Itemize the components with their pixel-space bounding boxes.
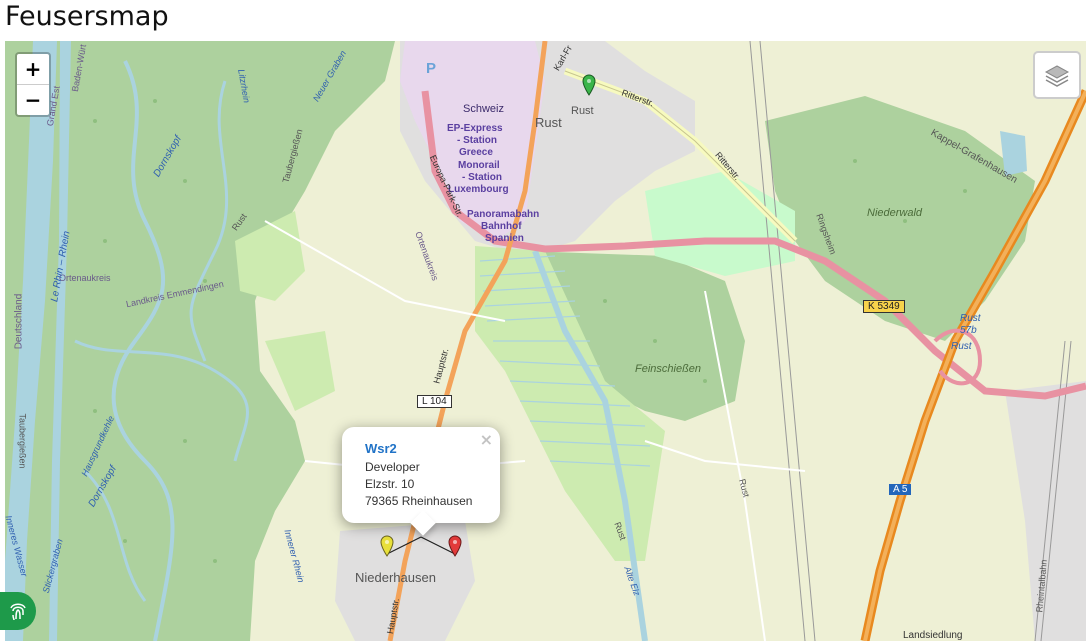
user-popup: × Wsr2 Developer Elzstr. 10 79365 Rheinh… (342, 427, 500, 536)
label-ep-express: EP-Express (447, 123, 503, 134)
label-spanien: Spanien (485, 233, 524, 244)
label-l104: L 104 (417, 395, 452, 408)
label-rust57c: Rust (951, 341, 972, 352)
label-monorail: Monorail (458, 160, 500, 171)
label-k5349: K 5349 (863, 300, 905, 313)
label-a5: A 5 (889, 484, 912, 495)
popup-user-link[interactable]: Wsr2 (365, 441, 397, 456)
popup-street: Elzstr. 10 (365, 477, 415, 491)
layers-button[interactable] (1033, 51, 1081, 99)
label-rust-small: Rust (571, 105, 594, 117)
popup-role: Developer (365, 460, 420, 474)
label-bahnhof: Bahnhof (481, 221, 522, 232)
zoom-in-button[interactable]: + (17, 54, 49, 85)
marker-yellow[interactable] (380, 535, 394, 557)
label-station1: - Station (457, 135, 497, 146)
label-niederhausen: Niederhausen (355, 570, 436, 585)
label-rust-town: Rust (535, 115, 562, 130)
map-container[interactable]: Rust Rust P Schweiz EP-Express - Station… (5, 41, 1086, 641)
label-station2: - Station (462, 172, 502, 183)
marker-green[interactable] (582, 74, 596, 96)
zoom-out-button[interactable]: − (17, 85, 49, 115)
label-schweiz: Schweiz (463, 103, 504, 115)
label-feinschiessen: Feinschießen (635, 363, 702, 375)
popup-close-button[interactable]: × (480, 430, 493, 449)
label-niederwald: Niederwald (867, 207, 923, 219)
label-luxembourg: Luxembourg (448, 184, 509, 195)
label-ortenaukreis: Ortenaukreis (59, 273, 111, 283)
label-rust57b: 57b (960, 325, 977, 336)
popup-city: 79365 Rheinhausen (365, 494, 473, 508)
fingerprint-icon (10, 603, 26, 621)
page-title: Feusersmap (5, 1, 169, 32)
label-rust57a: Rust (960, 313, 981, 324)
label-deutschland: Deutschland (13, 293, 25, 350)
label-landsiedlung: Landsiedlung (903, 630, 963, 641)
layers-icon (1044, 65, 1070, 87)
map-tiles[interactable] (5, 41, 1086, 641)
label-taubergiessen2: Taubergießen (17, 413, 28, 469)
label-greece: Greece (459, 147, 493, 158)
marker-red[interactable] (448, 535, 462, 557)
zoom-control: + − (15, 52, 51, 117)
fingerprint-button[interactable] (0, 592, 36, 630)
label-parking: P (426, 60, 437, 77)
label-panoramabahn: Panoramabahn (467, 209, 540, 220)
